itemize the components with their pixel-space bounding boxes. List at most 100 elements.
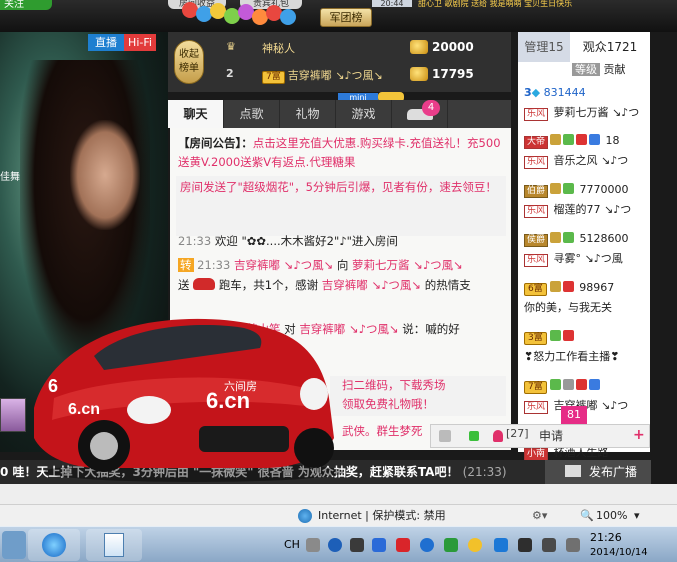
tab-game[interactable]: 游戏 — [336, 100, 392, 128]
clock-time[interactable]: 21:26 — [590, 531, 622, 544]
gift-sender[interactable]: 吉穿裤嘟 ↘♪つ風↘ — [234, 258, 333, 272]
list-item[interactable]: 大帝 18 — [524, 134, 650, 149]
video-face — [70, 120, 140, 230]
taskbar-item[interactable] — [2, 531, 26, 559]
security-zone[interactable]: Internet | 保护模式: 禁用 — [318, 505, 446, 527]
six-cn-icon[interactable] — [396, 538, 410, 552]
list-item[interactable]: 乐风 寻雾° ↘♪つ風 — [524, 250, 650, 267]
notice-prefix: 【房间公告】： — [178, 136, 253, 150]
hifi-tag[interactable]: Hi-Fi — [124, 34, 156, 51]
system-message: 房间发送了"超级烟花"，5分钟后引爆，见者有份，速去领豆！ — [176, 176, 506, 236]
qq-icon[interactable] — [494, 538, 508, 552]
list-item[interactable]: 侯爵 5128600 — [524, 232, 650, 247]
list-item[interactable]: ❣怒力工作看主播❣ — [524, 348, 650, 364]
list-item[interactable]: 乐风 萝莉七万酱 ↘♪つ — [524, 104, 650, 121]
tab-chat[interactable]: 聊天 — [168, 100, 224, 128]
list-item[interactable]: 3富 — [524, 330, 650, 345]
sort-contribution[interactable]: 贡献 — [604, 63, 626, 76]
user-name: 音乐之风 ↘♪つ — [553, 154, 629, 167]
input-language[interactable]: CH — [284, 538, 300, 551]
apply-mic-button[interactable]: 申请 — [539, 427, 563, 444]
promo-line-2[interactable]: 领取免费礼物哦！ — [330, 395, 506, 414]
promo-line-1[interactable]: 扫二维码，下载秀场 — [330, 376, 506, 395]
zoom-level[interactable]: 100% — [596, 505, 627, 527]
collapse-rank-button[interactable]: 收起 榜单 — [174, 40, 204, 84]
volume-icon[interactable] — [566, 538, 580, 552]
v-icon — [549, 281, 561, 292]
help-icon[interactable] — [328, 538, 342, 552]
user-badge: 大帝 — [524, 136, 549, 149]
car-wheel — [294, 428, 334, 468]
chevron-down-icon[interactable]: ▾ — [634, 505, 640, 527]
speaker-icon[interactable] — [439, 430, 451, 442]
gift-line2: 跑车，共1个，感谢 — [218, 278, 319, 292]
user-badge: 乐风 — [524, 205, 549, 218]
security-icon[interactable]: ⚙▾ — [532, 505, 547, 527]
gift-message-line2: 送 跑车，共1个，感谢 吉穿裤嘟 ↘♪つ風↘ 的热情支 — [178, 276, 504, 295]
list-item[interactable]: 7富 — [524, 379, 650, 394]
list-item[interactable]: 乐风 吉穿裤嘟 ↘♪つ — [524, 397, 650, 414]
tab-song[interactable]: 点歌 — [224, 100, 280, 128]
list-item[interactable]: 6富 98967 — [524, 281, 650, 296]
tab-audience[interactable]: 观众1721 — [570, 32, 650, 62]
gift-line2-name[interactable]: 吉穿裤嘟 ↘♪つ風↘ — [322, 278, 421, 292]
clock-date[interactable]: 2014/10/14 — [590, 547, 648, 558]
v-icon — [550, 183, 562, 194]
tray-icon[interactable] — [518, 538, 532, 552]
balloon-icon — [280, 9, 296, 25]
user-badge: 乐风 — [524, 156, 549, 169]
gift-receiver[interactable]: 萝莉七万酱 ↘♪つ風↘ — [352, 258, 463, 272]
list-item[interactable]: 你的美，与我无关 — [524, 299, 650, 315]
tab-car[interactable] — [392, 100, 448, 128]
notepad-taskbar-button[interactable] — [86, 529, 142, 561]
k-icon — [549, 330, 561, 341]
gift-line2-end: 的热情支 — [424, 278, 471, 292]
user-badge: 伯爵 — [524, 185, 549, 198]
user-name: 榴莲的77 ↘♪つ — [553, 203, 632, 216]
follow-button[interactable]: 关注 — [0, 0, 52, 10]
gift-message: 转 21:33 吉穿裤嘟 ↘♪つ風↘ 向 萝莉七万酱 ↘♪つ風↘ — [178, 256, 504, 275]
keyboard-icon[interactable] — [306, 538, 320, 552]
ie-taskbar-button[interactable] — [28, 529, 80, 561]
tab-manager[interactable]: 管理15 — [518, 32, 570, 62]
rank-number: 2 — [226, 67, 234, 80]
gift-line2-prefix: 送 — [178, 278, 190, 292]
rank-row[interactable]: 2 7富 吉穿裤嘟 ↘♪つ風↘ 17795 — [214, 63, 506, 89]
k-icon — [563, 183, 575, 194]
globe-icon — [298, 509, 312, 523]
tray-icon[interactable] — [372, 538, 386, 552]
car-brand-cn: 六间房 — [224, 380, 257, 393]
status-icon — [469, 431, 479, 441]
avatar[interactable] — [0, 398, 26, 432]
live-tag[interactable]: 直播 — [88, 34, 124, 51]
list-item[interactable]: 伯爵 7770000 — [524, 183, 650, 198]
k-icon — [563, 232, 575, 243]
queue-count: [27] — [506, 427, 529, 440]
sort-level[interactable]: 等级 — [572, 63, 600, 76]
user-badge: 乐风 — [524, 401, 549, 414]
shield-icon[interactable] — [444, 538, 458, 552]
tray-icon[interactable] — [468, 538, 482, 552]
rank-row[interactable]: ♛ 神秘人 20000 — [214, 36, 506, 62]
list-item[interactable]: 3◆ 831444 — [524, 86, 650, 99]
v-icon — [550, 232, 562, 243]
broadcast-button[interactable]: 发布广播 — [545, 460, 651, 484]
plus-icon[interactable]: + — [633, 427, 647, 443]
rank-value: 20000 — [432, 40, 474, 54]
star-icon — [562, 330, 574, 341]
zoom-icon[interactable]: 🔍 — [580, 505, 594, 527]
star-icon — [562, 281, 574, 292]
list-item[interactable]: 乐风 榴莲的77 ↘♪つ — [524, 201, 650, 218]
network-icon[interactable] — [542, 538, 556, 552]
medal-icon — [588, 379, 600, 390]
user-name: 你的美，与我无关 — [524, 301, 612, 314]
tray-icon[interactable] — [350, 538, 364, 552]
list-item[interactable]: 乐风 音乐之风 ↘♪つ — [524, 152, 650, 169]
tray-icon[interactable] — [420, 538, 434, 552]
guard-icon — [562, 379, 574, 390]
tab-gift[interactable]: 礼物 — [280, 100, 336, 128]
msg-time: 21:33 — [178, 234, 212, 248]
user-value: 7770000 — [579, 183, 629, 196]
legion-rank-button[interactable]: 军团榜 — [320, 8, 372, 27]
megaphone-icon — [565, 465, 581, 477]
